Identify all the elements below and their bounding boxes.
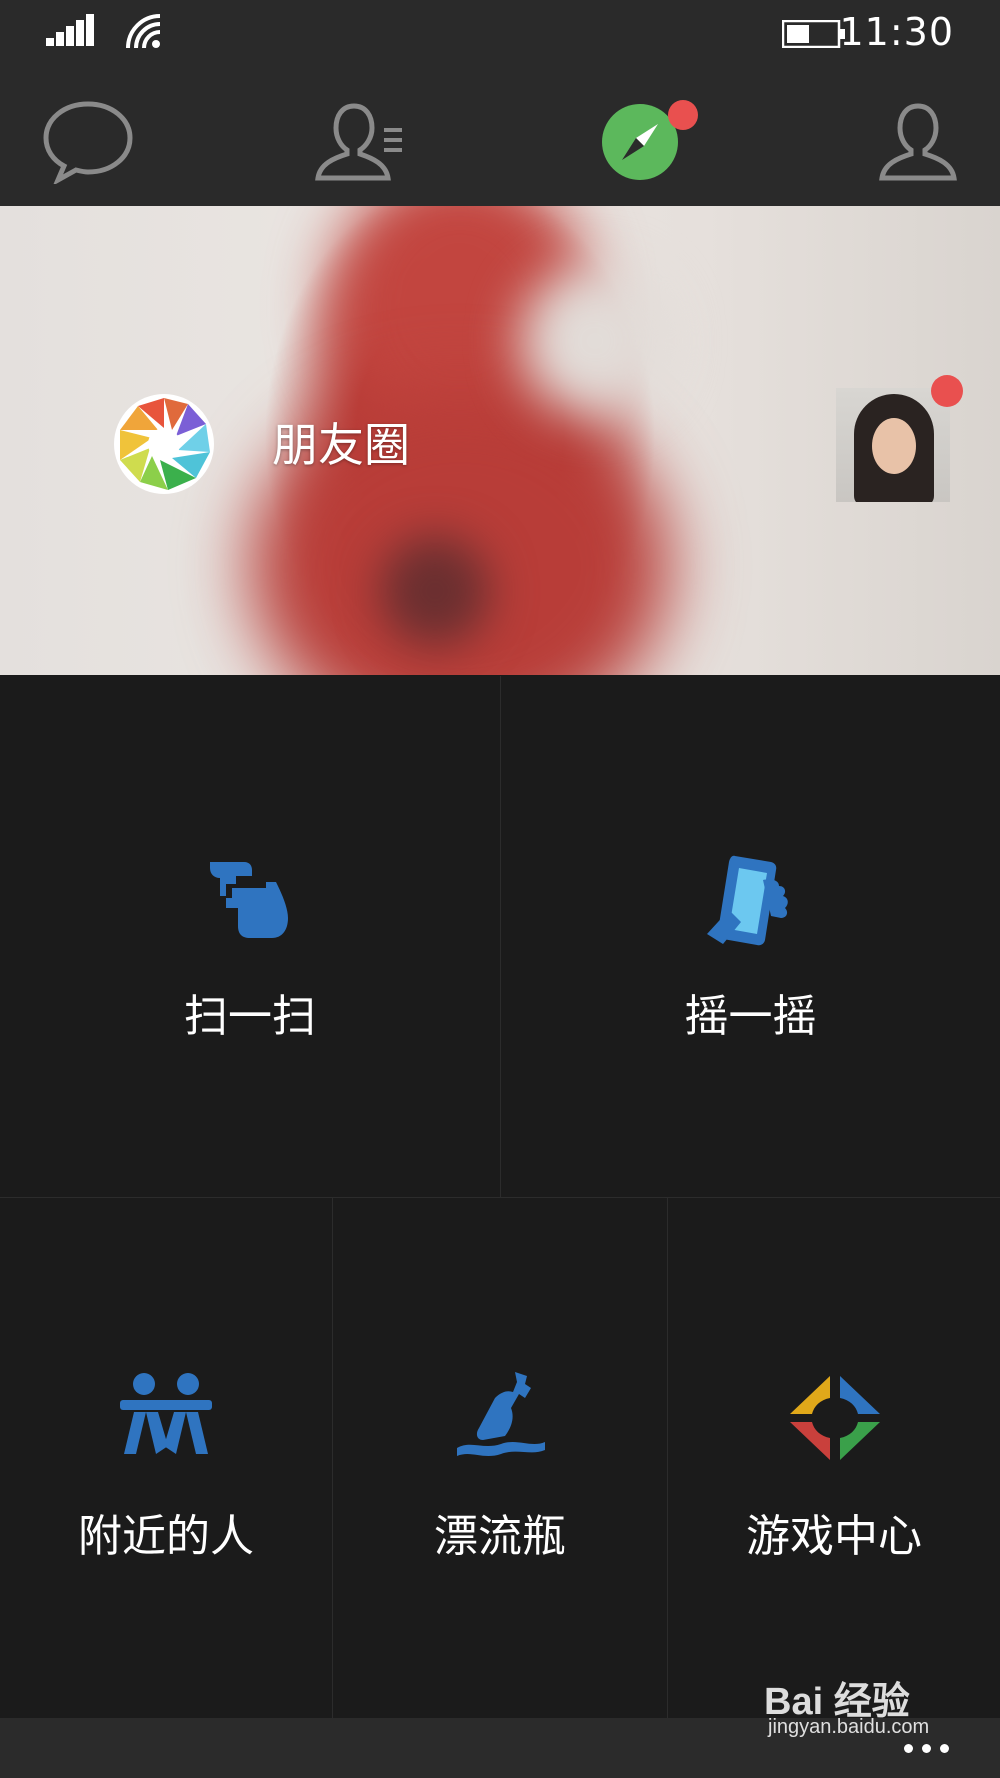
tile-game-center-label: 游戏中心 — [746, 1511, 922, 1562]
tile-shake[interactable]: 摇一摇 — [501, 676, 1000, 1197]
tile-nearby-people-label: 附近的人 — [78, 1511, 254, 1562]
clock-time: 11:30 — [839, 10, 954, 54]
banner-background-shadow — [380, 536, 490, 646]
tile-divider — [332, 1198, 333, 1718]
tile-divider — [0, 1197, 1000, 1198]
banner-background-highlight — [520, 266, 670, 416]
contacts-icon — [315, 103, 402, 181]
tab-me[interactable] — [870, 98, 966, 184]
baidu-watermark: Bai 经验 jingyan.baidu.com — [764, 1670, 964, 1750]
avatar-face — [872, 418, 916, 474]
discover-badge — [668, 100, 698, 130]
wifi-icon — [126, 14, 161, 49]
tile-drift-bottle-label: 漂流瓶 — [434, 1511, 566, 1562]
tile-drift-bottle[interactable]: 漂流瓶 — [333, 1198, 667, 1718]
game-center-icon — [790, 1376, 880, 1460]
scan-icon — [210, 862, 288, 938]
tab-chats[interactable] — [40, 98, 136, 186]
drift-bottle-icon — [457, 1372, 545, 1456]
moments-shutter-icon — [114, 394, 214, 494]
tile-nearby-people[interactable]: 附近的人 — [0, 1198, 332, 1718]
top-nav-bar — [0, 64, 1000, 206]
watermark-url: jingyan.baidu.com — [768, 1716, 930, 1738]
moments-new-badge — [931, 375, 963, 407]
tile-shake-label: 摇一摇 — [684, 991, 817, 1042]
tile-divider — [500, 676, 501, 1197]
chat-bubble-icon — [43, 101, 133, 186]
status-bar: 11:30 — [0, 0, 1000, 64]
person-icon — [879, 103, 957, 181]
tile-divider — [667, 1198, 668, 1718]
battery-icon — [782, 20, 845, 48]
tile-game-center[interactable]: 游戏中心 — [668, 1198, 1000, 1718]
nearby-people-icon — [120, 1373, 212, 1454]
signal-icon — [46, 14, 94, 46]
tab-contacts[interactable] — [314, 98, 410, 184]
tile-scan-label: 扫一扫 — [184, 991, 316, 1042]
tile-scan[interactable]: 扫一扫 — [0, 676, 500, 1197]
shake-phone-icon — [707, 855, 788, 946]
tab-discover[interactable] — [596, 98, 706, 184]
moments-latest-avatar — [836, 388, 950, 502]
moments-title: 朋友圈 — [272, 418, 410, 472]
moments-banner[interactable]: 朋友圈 — [0, 206, 1000, 675]
